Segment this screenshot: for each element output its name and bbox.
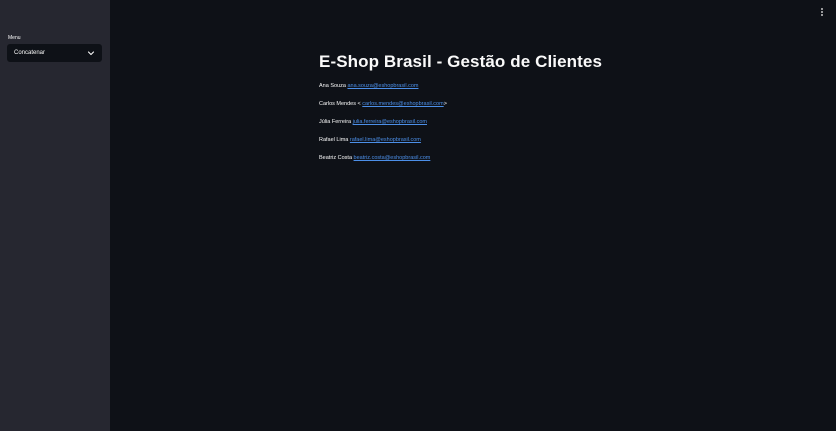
app-root: Menu Concatenar E-Shop Brasil - Gestão d… — [0, 0, 836, 431]
page-title: E-Shop Brasil - Gestão de Clientes — [319, 52, 603, 71]
client-suffix: > — [443, 101, 447, 107]
client-name: Carlos Mendes — [319, 101, 356, 107]
chevron-down-icon — [87, 49, 95, 57]
client-email-link[interactable]: carlos.mendes@eshopbrasil.com — [362, 101, 443, 107]
client-line: Júlia Ferreira julia.ferreira@eshopbrasi… — [319, 119, 739, 126]
client-email-link[interactable]: ana.souza@eshopbrasil.com — [347, 83, 418, 89]
client-email-link[interactable]: rafael.lima@eshopbrasil.com — [350, 137, 421, 143]
client-list: Ana Souza ana.souza@eshopbrasil.com Carl… — [319, 83, 739, 162]
more-vertical-icon — [818, 6, 826, 18]
client-name: Beatriz Costa — [319, 155, 353, 161]
client-name: Ana Souza — [319, 83, 346, 89]
client-line: Rafael Lima rafael.lima@eshopbrasil.com — [319, 137, 739, 144]
sidebar: Menu Concatenar — [0, 0, 110, 431]
client-line: Carlos Mendes < carlos.mendes@eshopbrasi… — [319, 101, 739, 108]
client-email-link[interactable]: julia.ferreira@eshopbrasil.com — [353, 119, 427, 125]
menu-label: Menu — [8, 35, 21, 41]
menu-select-value: Concatenar — [14, 50, 46, 56]
client-line: Ana Souza ana.souza@eshopbrasil.com — [319, 83, 739, 90]
client-email-link[interactable]: beatriz.costa@eshopbrasil.com — [354, 155, 431, 161]
main-content: E-Shop Brasil - Gestão de Clientes Ana S… — [319, 52, 739, 173]
main-menu-button[interactable] — [818, 6, 826, 18]
client-line: Beatriz Costa beatriz.costa@eshopbrasil.… — [319, 155, 739, 162]
client-name: Rafael Lima — [319, 137, 349, 143]
client-name: Júlia Ferreira — [319, 119, 352, 125]
menu-select[interactable]: Concatenar — [7, 44, 102, 62]
